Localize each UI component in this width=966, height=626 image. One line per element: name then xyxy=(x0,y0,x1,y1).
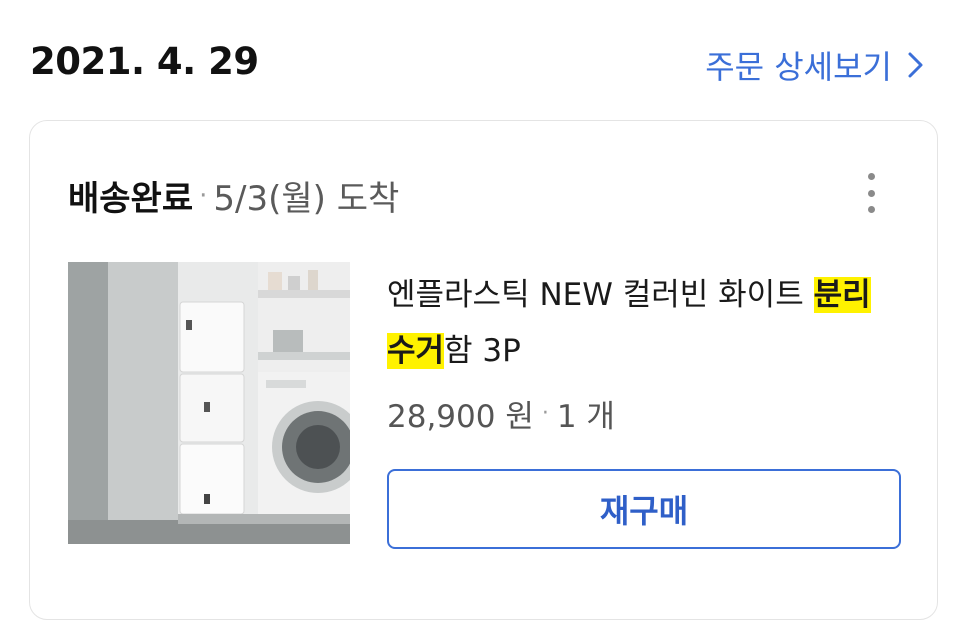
rebuy-button[interactable]: 재구매 xyxy=(387,469,901,549)
product-name[interactable]: 엔플라스틱 NEW 컬러빈 화이트 분리 수거함 3P xyxy=(387,267,907,379)
separator-dot: · xyxy=(199,180,208,211)
product-name-text: 함 3P xyxy=(444,333,521,369)
order-detail-label: 주문 상세보기 xyxy=(705,48,892,86)
order-detail-link[interactable]: 주문 상세보기 xyxy=(705,42,926,88)
search-highlight: 분리 xyxy=(813,277,871,313)
product-name-text: 엔플라스틱 NEW 컬러빈 화이트 xyxy=(387,277,814,313)
separator-dot: · xyxy=(541,401,549,426)
more-dot xyxy=(867,206,875,213)
search-highlight: 수거 xyxy=(387,333,445,369)
more-dot xyxy=(867,173,875,180)
arrival-date: 5/3(월) 도착 xyxy=(213,179,400,219)
more-options-icon[interactable] xyxy=(865,173,877,213)
product-thumbnail[interactable] xyxy=(68,262,350,544)
delivery-status-row: 배송완료 · 5/3(월) 도착 xyxy=(68,171,399,220)
product-quantity: 1 개 xyxy=(556,399,615,435)
price-row: 28,900 원 · 1 개 xyxy=(387,391,615,436)
product-price: 28,900 원 xyxy=(387,399,534,435)
order-card: 배송완료 · 5/3(월) 도착 엔플라스틱 NEW 컬러빈 화이트 분리 수거… xyxy=(29,120,938,620)
more-dot xyxy=(867,189,875,197)
product-image xyxy=(68,262,350,544)
delivery-status: 배송완료 xyxy=(68,179,194,219)
chevron-right-icon xyxy=(908,52,923,78)
order-date: 2021. 4. 29 xyxy=(30,40,259,83)
order-header: 2021. 4. 29 주문 상세보기 xyxy=(0,0,966,120)
